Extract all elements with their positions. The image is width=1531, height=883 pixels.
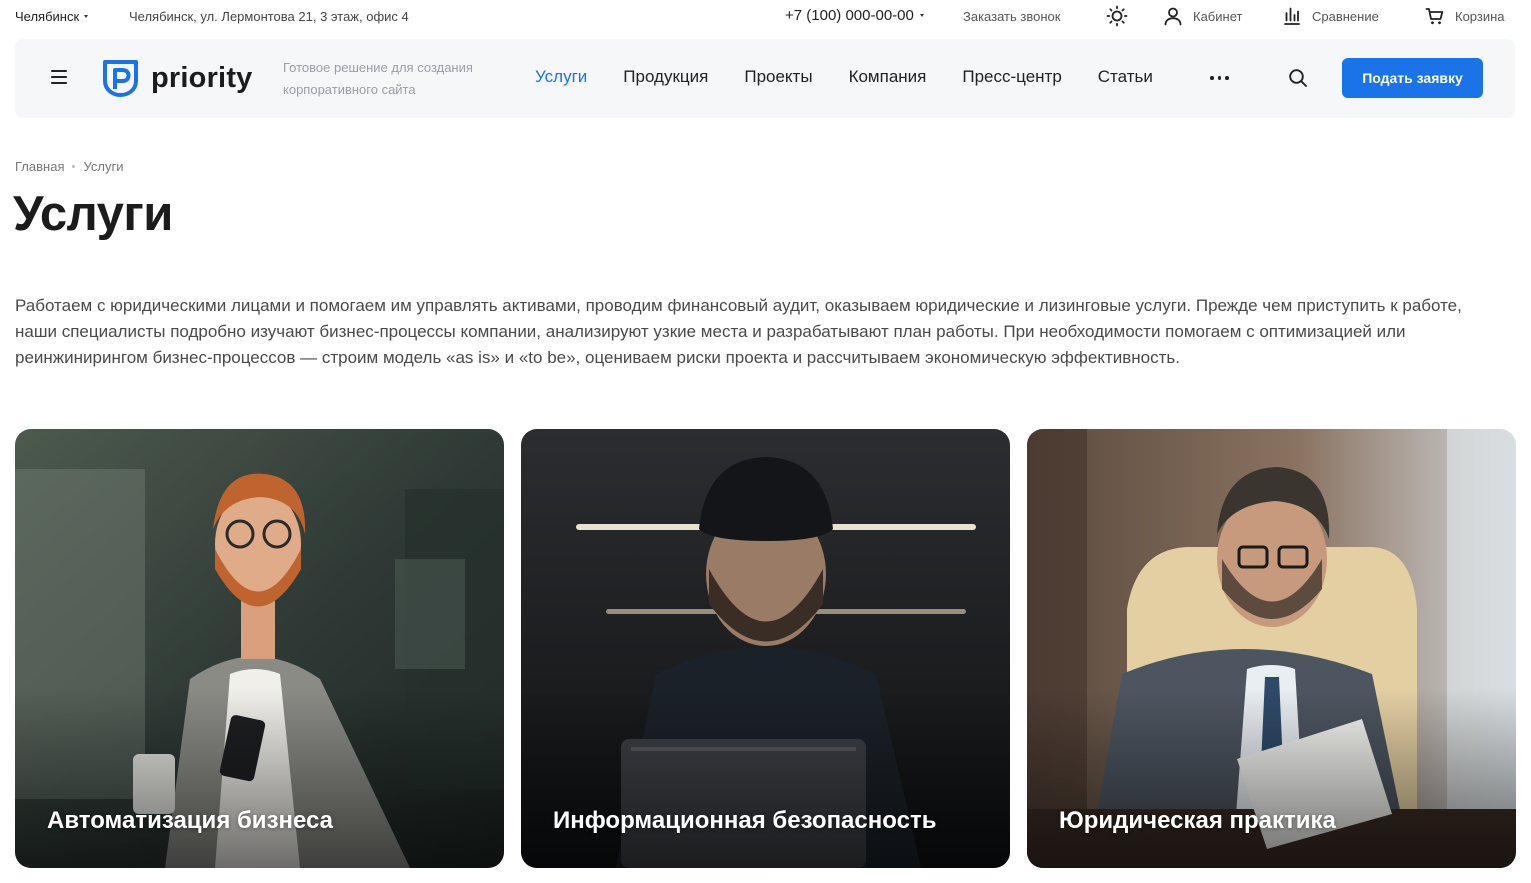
chart-bars-icon xyxy=(1284,7,1300,25)
user-icon xyxy=(1164,7,1182,26)
cabinet-label: Кабинет xyxy=(1193,8,1243,24)
service-card-legal[interactable]: Юридическая практика xyxy=(1027,429,1516,868)
apply-button[interactable]: Подать заявку xyxy=(1342,58,1483,98)
theme-toggle[interactable] xyxy=(1106,5,1128,27)
address-text: Челябинск, ул. Лермонтова 21, 3 этаж, оф… xyxy=(129,9,409,24)
intro-text: Работаем с юридическими лицами и помогае… xyxy=(15,296,1462,367)
service-cards: Автоматизация бизнеса Информационная без… xyxy=(15,429,1516,868)
chevron-down-icon xyxy=(84,15,89,18)
callback-link[interactable]: Заказать звонок xyxy=(963,9,1060,24)
nav-item-projects[interactable]: Проекты xyxy=(744,67,812,87)
main-nav: Услуги Продукция Проекты Компания Пресс-… xyxy=(535,67,1153,87)
card-title: Автоматизация бизнеса xyxy=(47,807,334,834)
logo-icon xyxy=(103,60,138,97)
chevron-down-icon xyxy=(919,14,924,17)
breadcrumb-home[interactable]: Главная xyxy=(15,159,64,174)
card-title: Информационная безопасность xyxy=(553,807,937,834)
cart-link[interactable]: Корзина xyxy=(1425,6,1505,26)
card-title: Юридическая практика xyxy=(1059,807,1336,834)
compare-label: Сравнение xyxy=(1312,8,1379,24)
breadcrumb-current[interactable]: Услуги xyxy=(83,159,123,174)
phone-number: +7 (100) 000-00-00 xyxy=(785,7,914,24)
site-logo[interactable]: priority xyxy=(102,59,253,97)
site-tagline: Готовое решение для создания корпоративн… xyxy=(283,60,473,97)
menu-icon[interactable] xyxy=(51,70,67,84)
cart-label: Корзина xyxy=(1455,8,1505,24)
more-dots-icon[interactable] xyxy=(1210,76,1229,80)
search-button[interactable] xyxy=(1288,68,1308,88)
logo-text: priority xyxy=(151,61,253,94)
search-icon xyxy=(1289,69,1307,87)
top-bar: Челябинск Челябинск, ул. Лермонтова 21, … xyxy=(0,0,1531,32)
sun-icon xyxy=(1106,5,1128,27)
nav-item-press-center[interactable]: Пресс-центр xyxy=(962,67,1061,87)
breadcrumb: Главная Услуги xyxy=(15,159,123,174)
service-card-security[interactable]: Информационная безопасность xyxy=(521,429,1010,868)
service-card-automation[interactable]: Автоматизация бизнеса xyxy=(15,429,504,868)
nav-item-company[interactable]: Компания xyxy=(849,67,927,87)
nav-item-articles[interactable]: Статьи xyxy=(1098,67,1153,87)
city-label: Челябинск xyxy=(15,9,80,24)
nav-item-products[interactable]: Продукция xyxy=(623,67,708,87)
cabinet-link[interactable]: Кабинет xyxy=(1163,6,1242,26)
city-selector[interactable]: Челябинск xyxy=(15,9,89,24)
cart-icon xyxy=(1425,8,1444,25)
page-title: Услуги xyxy=(13,187,173,241)
compare-link[interactable]: Сравнение xyxy=(1282,6,1379,26)
main-header: priority Готовое решение для создания ко… xyxy=(15,39,1515,118)
breadcrumb-separator xyxy=(72,165,76,168)
phone-selector[interactable]: +7 (100) 000-00-00 xyxy=(785,7,924,24)
nav-item-services[interactable]: Услуги xyxy=(535,67,587,87)
